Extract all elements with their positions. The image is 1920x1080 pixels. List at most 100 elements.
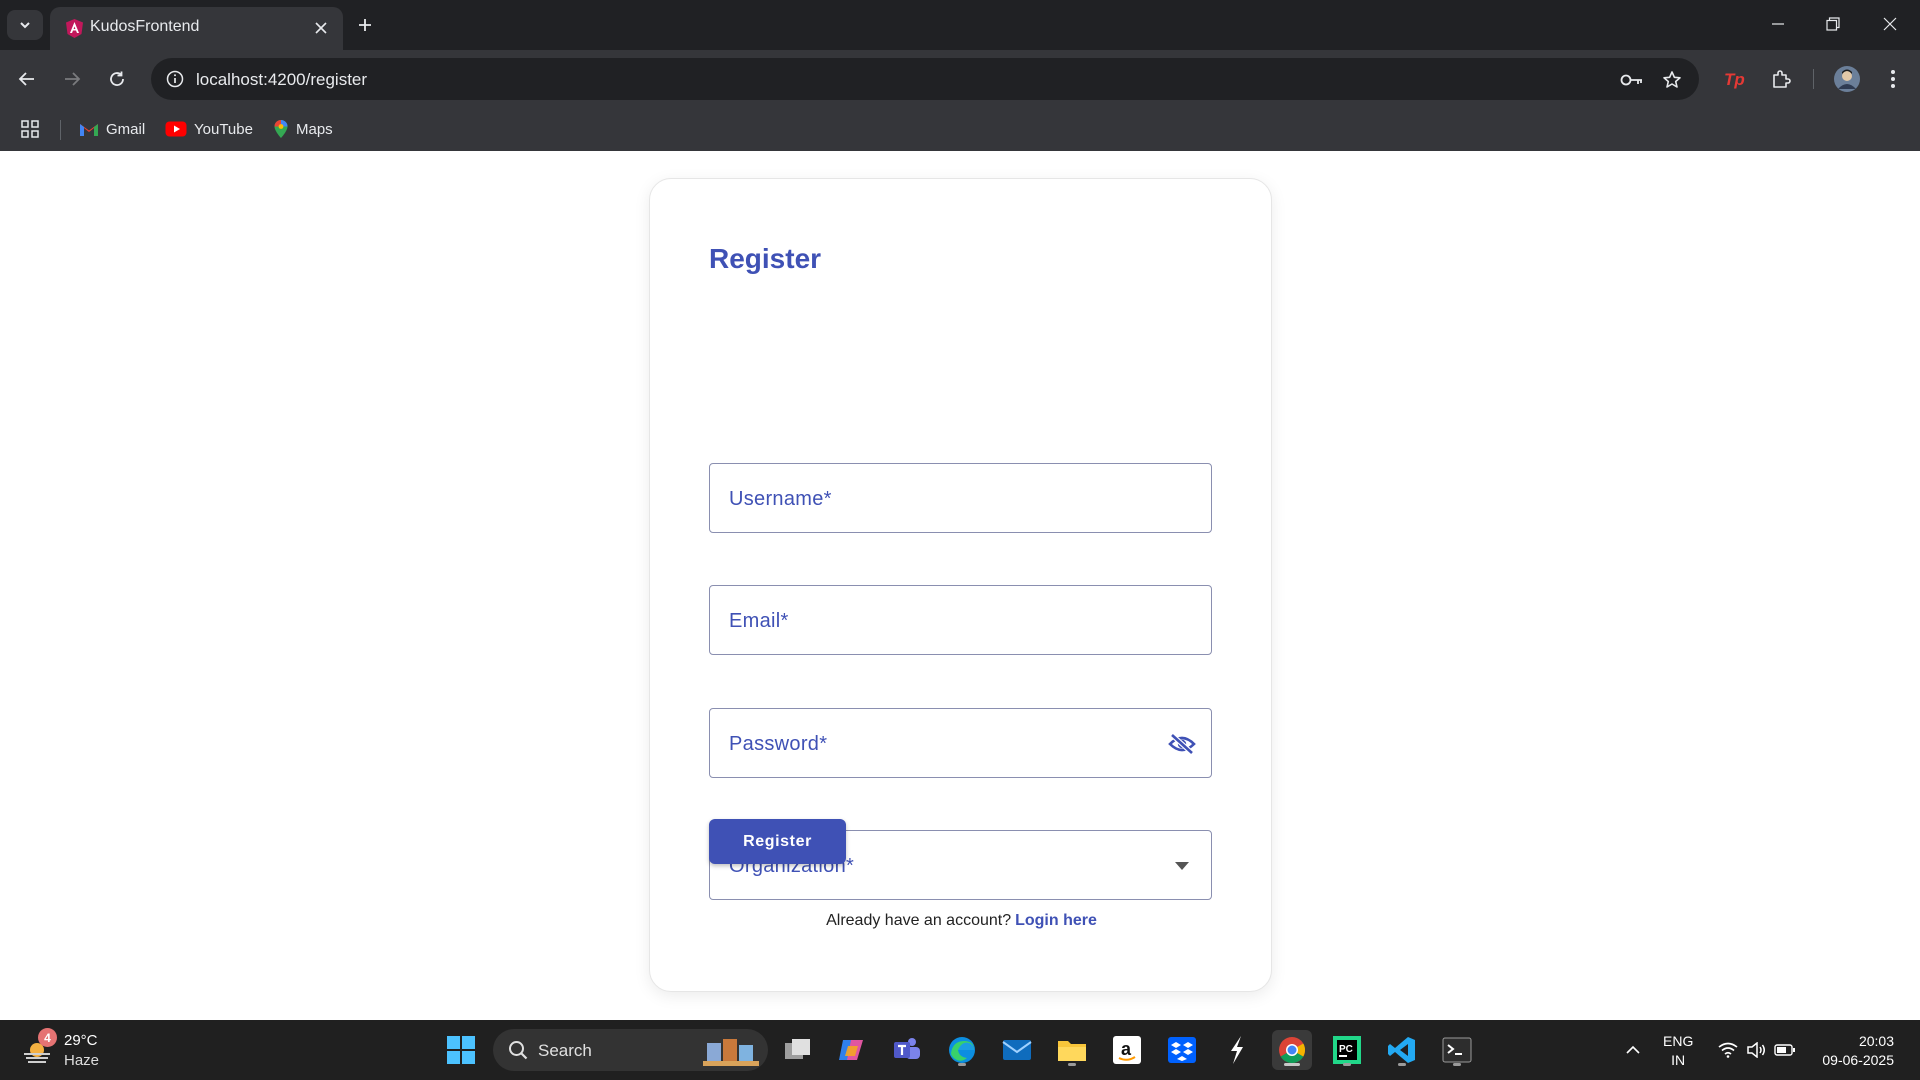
taskbar-clock[interactable]: 20:03 09-06-2025 — [1812, 1032, 1894, 1070]
tab-close-icon[interactable] — [309, 16, 333, 40]
copilot-icon[interactable] — [832, 1030, 872, 1070]
edge-icon[interactable] — [942, 1030, 982, 1070]
email-label: Email* — [729, 610, 789, 632]
clock-time: 20:03 — [1858, 1033, 1894, 1049]
task-view-icon[interactable] — [778, 1030, 818, 1070]
forward-button[interactable] — [56, 63, 88, 95]
running-indicator — [958, 1063, 966, 1066]
password-field[interactable]: Password* — [709, 708, 1212, 778]
youtube-icon — [165, 121, 187, 137]
clock-date: 09-06-2025 — [1822, 1052, 1894, 1068]
tab-title: KudosFrontend — [90, 18, 200, 35]
browser-tab[interactable]: KudosFrontend — [50, 7, 343, 50]
apps-grid-icon[interactable] — [20, 116, 40, 142]
language-code: ENG — [1663, 1033, 1694, 1049]
taskbar-search[interactable]: Search — [493, 1029, 768, 1071]
bookmark-maps[interactable]: Maps — [273, 116, 333, 142]
username-label: Username* — [729, 488, 832, 510]
bookmark-gmail[interactable]: Gmail — [79, 116, 145, 142]
email-field[interactable]: Email* — [709, 585, 1212, 655]
notification-badge: 4 — [38, 1028, 57, 1047]
running-indicator — [1453, 1063, 1461, 1066]
running-indicator — [1068, 1063, 1076, 1066]
angular-favicon-icon — [64, 18, 85, 39]
volume-icon — [1747, 1042, 1765, 1058]
login-prompt-text: Already have an account? — [826, 912, 1012, 929]
login-link[interactable]: Login here — [1015, 912, 1097, 929]
weather-widget[interactable]: 4 29°C Haze — [18, 1028, 138, 1072]
plus-icon — [359, 19, 371, 31]
back-button[interactable] — [11, 63, 43, 95]
login-prompt: Already have an account? Login here — [650, 912, 1273, 930]
running-indicator — [1398, 1063, 1406, 1066]
app-bolt-icon[interactable] — [1217, 1030, 1257, 1070]
search-label: Search — [538, 1041, 592, 1060]
extensions-puzzle-icon[interactable] — [1765, 63, 1797, 95]
bookmark-star-icon[interactable] — [1659, 67, 1685, 93]
amazon-icon[interactable]: a — [1107, 1030, 1147, 1070]
close-window-button[interactable] — [1868, 6, 1912, 42]
address-bar[interactable]: localhost:4200/register — [151, 58, 1699, 100]
register-button[interactable]: Register — [709, 819, 846, 864]
bookmark-label: Gmail — [106, 120, 146, 138]
search-highlight-icon — [703, 1039, 759, 1066]
new-tab-button[interactable] — [350, 10, 380, 40]
reload-button[interactable] — [101, 63, 133, 95]
bookmark-label: Maps — [296, 120, 333, 138]
site-info-icon[interactable] — [163, 67, 187, 91]
password-key-icon[interactable] — [1619, 67, 1645, 93]
svg-text:Tp: Tp — [1724, 70, 1745, 89]
page-title: Register — [709, 243, 822, 274]
tab-search-button[interactable] — [7, 10, 43, 40]
windows-taskbar: 4 29°C Haze Search a PC ENG IN 20:03 09-… — [0, 1020, 1920, 1080]
weather-condition: Haze — [64, 1052, 100, 1069]
start-windows-icon[interactable] — [441, 1030, 481, 1070]
visibility-off-icon[interactable] — [1167, 730, 1197, 758]
chrome-icon[interactable] — [1272, 1030, 1312, 1070]
pycharm-icon[interactable]: PC — [1327, 1030, 1367, 1070]
bookmarks-bar: Gmail YouTube Maps — [0, 108, 1920, 151]
dropdown-arrow-icon — [1167, 852, 1197, 880]
page-viewport: Register Username* Email* Password* Orga… — [0, 151, 1920, 1020]
active-indicator — [1284, 1063, 1300, 1066]
bookmark-label: YouTube — [194, 120, 253, 138]
teams-icon[interactable] — [887, 1030, 927, 1070]
search-icon — [509, 1041, 528, 1060]
url-text[interactable]: localhost:4200/register — [196, 70, 367, 90]
browser-toolbar: localhost:4200/register Tp — [0, 50, 1920, 108]
restore-button[interactable] — [1811, 6, 1855, 42]
username-field[interactable]: Username* — [709, 463, 1212, 533]
running-indicator — [1343, 1063, 1351, 1066]
system-tray[interactable] — [1711, 1030, 1803, 1070]
svg-text:a: a — [1121, 1039, 1132, 1059]
profile-avatar[interactable] — [1831, 63, 1863, 95]
tp-extension-icon[interactable]: Tp — [1719, 63, 1751, 95]
reload-icon — [110, 71, 124, 86]
svg-text:PC: PC — [1339, 1044, 1353, 1055]
more-options-icon[interactable] — [1877, 63, 1909, 95]
input-language[interactable]: ENG IN — [1663, 1032, 1693, 1070]
close-icon — [1883, 17, 1897, 31]
password-label: Password* — [729, 733, 828, 755]
language-region: IN — [1671, 1052, 1686, 1068]
weather-temperature: 29°C — [64, 1032, 98, 1049]
minimize-icon — [1772, 23, 1784, 25]
dropbox-icon[interactable] — [1162, 1030, 1202, 1070]
chevron-down-icon — [20, 22, 30, 29]
minimize-button[interactable] — [1756, 6, 1800, 42]
vscode-icon[interactable] — [1382, 1030, 1422, 1070]
toolbar-divider — [1813, 69, 1814, 89]
show-hidden-icons-chevron-up-icon[interactable] — [1613, 1030, 1653, 1070]
terminal-icon[interactable] — [1437, 1030, 1477, 1070]
arrow-right-icon — [65, 72, 81, 86]
restore-icon — [1826, 17, 1840, 31]
bookmarks-divider — [60, 120, 61, 140]
arrow-left-icon — [18, 72, 34, 86]
gmail-icon — [80, 123, 98, 136]
file-explorer-icon[interactable] — [1052, 1030, 1092, 1070]
register-card: Register Username* Email* Password* Orga… — [649, 178, 1272, 992]
wifi-icon — [1718, 1042, 1738, 1058]
tab-strip: KudosFrontend — [0, 0, 1920, 50]
bookmark-youtube[interactable]: YouTube — [165, 116, 253, 142]
mail-icon[interactable] — [997, 1030, 1037, 1070]
